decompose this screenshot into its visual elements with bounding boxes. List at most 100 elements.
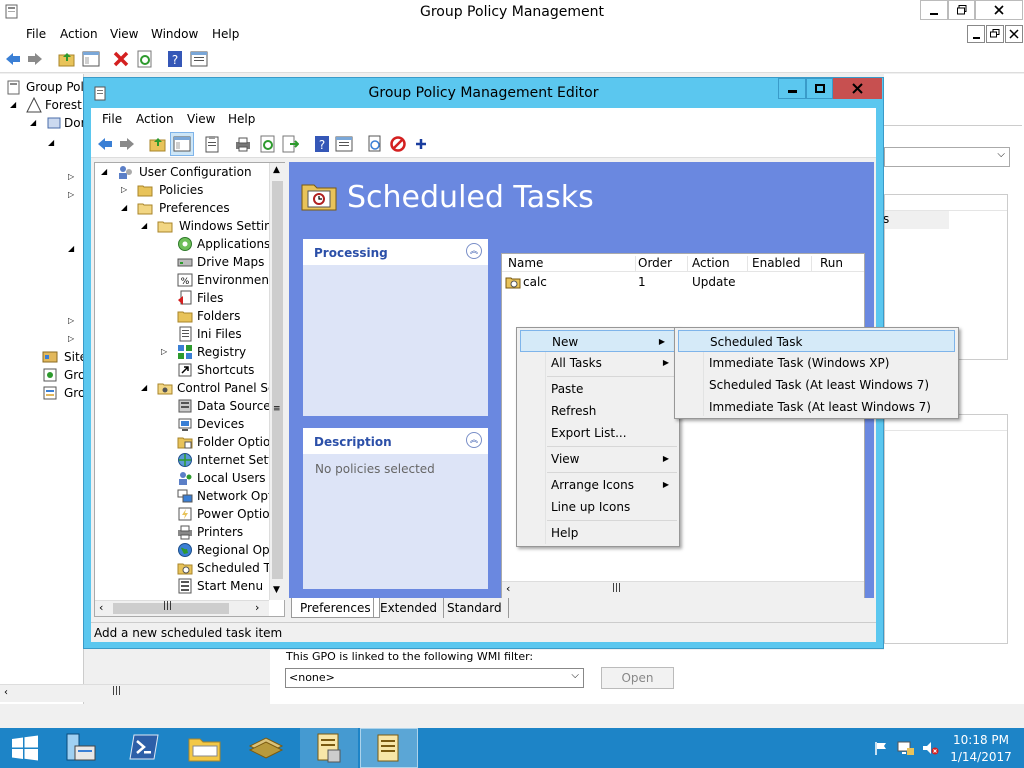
tree-hscrollbar[interactable]: ‹ ||| › bbox=[95, 600, 269, 616]
scroll-left-icon[interactable]: ‹ bbox=[4, 687, 8, 698]
column-header-enabled[interactable]: Enabled bbox=[752, 256, 812, 272]
outer-details-combo[interactable]: ⌵ bbox=[884, 147, 1010, 167]
context-item-export-list[interactable]: Export List... bbox=[517, 422, 679, 444]
open-button[interactable]: Open bbox=[601, 667, 674, 689]
tab-extended[interactable]: Extended bbox=[373, 598, 444, 618]
scroll-up-icon[interactable]: ▲ bbox=[273, 165, 280, 175]
outer-close-button[interactable] bbox=[975, 0, 1023, 20]
properties-icon[interactable] bbox=[335, 135, 353, 153]
outer-restore-button[interactable] bbox=[948, 0, 975, 20]
context-item-view[interactable]: View ▶ bbox=[517, 448, 679, 470]
expand-arrow-icon[interactable]: ◢ bbox=[48, 138, 54, 147]
taskbar-clock[interactable]: 10:18 PM 1/14/2017 bbox=[944, 731, 1018, 767]
help-icon[interactable]: ? bbox=[166, 50, 184, 68]
editor-menu-file[interactable]: File bbox=[102, 108, 122, 130]
mdi-restore-button[interactable] bbox=[986, 25, 1004, 43]
editor-menu-help[interactable]: Help bbox=[228, 108, 255, 130]
scroll-left-icon[interactable]: ‹ bbox=[99, 601, 103, 614]
context-item-new[interactable]: New ▶ bbox=[520, 330, 676, 352]
taskbar-gpm[interactable] bbox=[238, 728, 296, 768]
show-hide-tree-button[interactable] bbox=[170, 132, 194, 156]
collapse-up-icon[interactable]: ︽ bbox=[466, 243, 482, 259]
context-item-refresh[interactable]: Refresh bbox=[517, 400, 679, 422]
volume-muted-icon[interactable] bbox=[921, 740, 939, 756]
wmi-filter-select[interactable]: <none> ⌵ bbox=[285, 668, 584, 688]
new-item-icon[interactable] bbox=[366, 135, 384, 153]
collapse-arrow-icon[interactable]: ▷ bbox=[68, 190, 74, 199]
column-header-action[interactable]: Action bbox=[692, 256, 748, 272]
expand-arrow-icon[interactable]: ◢ bbox=[68, 244, 74, 253]
tree-vscrollbar[interactable]: ▲ ≡ ▼ bbox=[269, 163, 285, 600]
column-header-run[interactable]: Run bbox=[820, 256, 843, 270]
tab-preferences[interactable]: Preferences bbox=[291, 598, 380, 618]
export-list-icon[interactable] bbox=[281, 135, 299, 153]
context-item-all-tasks[interactable]: All Tasks ▶ bbox=[517, 352, 679, 374]
taskbar-file-explorer[interactable] bbox=[176, 728, 234, 768]
refresh-icon[interactable] bbox=[259, 135, 277, 153]
task-list-hscrollbar[interactable]: ‹ ||| bbox=[502, 581, 864, 598]
scroll-right-icon[interactable]: › bbox=[255, 601, 259, 614]
outer-menu-file[interactable]: File bbox=[26, 23, 46, 45]
outer-menu-view[interactable]: View bbox=[110, 23, 138, 45]
editor-menu-action[interactable]: Action bbox=[136, 108, 174, 130]
outer-title-bar[interactable]: Group Policy Management bbox=[0, 0, 1024, 23]
submenu-item-immediate-task-xp[interactable]: Immediate Task (Windows XP) bbox=[675, 352, 958, 374]
show-hide-tree-icon[interactable] bbox=[82, 50, 100, 68]
taskbar-app-notepad[interactable] bbox=[300, 728, 358, 768]
context-item-paste[interactable]: Paste bbox=[517, 378, 679, 400]
editor-title-bar[interactable]: Group Policy Management Editor bbox=[84, 78, 883, 108]
outer-details-list-row[interactable]: s bbox=[883, 211, 949, 229]
tree-hscroll-thumb[interactable]: ||| bbox=[113, 601, 229, 614]
collapse-arrow-icon[interactable]: ▷ bbox=[68, 172, 74, 181]
outer-menu-window[interactable]: Window bbox=[151, 23, 198, 45]
editor-maximize-button[interactable] bbox=[806, 78, 833, 99]
context-item-help[interactable]: Help bbox=[517, 522, 679, 544]
scroll-down-icon[interactable]: ▼ bbox=[273, 585, 280, 595]
description-header[interactable]: Description ︽ bbox=[303, 428, 488, 454]
start-button[interactable] bbox=[0, 728, 58, 768]
network-icon[interactable] bbox=[897, 740, 915, 756]
action-center-flag-icon[interactable] bbox=[873, 740, 889, 756]
editor-minimize-button[interactable] bbox=[778, 78, 806, 99]
editor-close-button[interactable] bbox=[833, 78, 882, 99]
forward-arrow-icon[interactable] bbox=[118, 135, 136, 153]
back-arrow-icon[interactable] bbox=[96, 135, 114, 153]
mdi-close-button[interactable] bbox=[1005, 25, 1023, 43]
tree-vscroll-thumb[interactable]: ≡ bbox=[272, 181, 283, 579]
tab-standard[interactable]: Standard bbox=[441, 598, 509, 618]
print-icon[interactable] bbox=[234, 135, 252, 153]
forward-arrow-icon[interactable] bbox=[26, 50, 44, 68]
submenu-item-scheduled-task[interactable]: Scheduled Task bbox=[678, 330, 955, 352]
submenu-item-scheduled-task-win7[interactable]: Scheduled Task (At least Windows 7) bbox=[675, 374, 958, 396]
collapse-up-icon[interactable]: ︽ bbox=[466, 432, 482, 448]
table-row[interactable]: calc 1 Update bbox=[502, 273, 864, 291]
back-arrow-icon[interactable] bbox=[4, 50, 22, 68]
taskbar-powershell[interactable] bbox=[118, 728, 176, 768]
outer-menu-action[interactable]: Action bbox=[60, 23, 98, 45]
column-header-name[interactable]: Name bbox=[508, 256, 636, 272]
properties-icon[interactable] bbox=[190, 50, 208, 68]
scroll-left-icon[interactable]: ‹ bbox=[506, 582, 510, 595]
submenu-item-immediate-task-win7[interactable]: Immediate Task (At least Windows 7) bbox=[675, 396, 958, 418]
collapse-arrow-icon[interactable]: ▷ bbox=[68, 334, 74, 343]
plus-icon[interactable] bbox=[412, 135, 430, 153]
context-item-line-up-icons[interactable]: Line up Icons bbox=[517, 496, 679, 518]
editor-menu-view[interactable]: View bbox=[187, 108, 215, 130]
clipboard-icon[interactable] bbox=[203, 135, 221, 153]
outer-menu-help[interactable]: Help bbox=[212, 23, 239, 45]
taskbar-app-editor[interactable] bbox=[360, 728, 418, 768]
disable-icon[interactable] bbox=[389, 135, 407, 153]
mdi-minimize-button[interactable] bbox=[967, 25, 985, 43]
outer-tree-hscrollbar[interactable]: ‹ ||| bbox=[0, 684, 270, 702]
help-icon[interactable]: ? bbox=[313, 135, 331, 153]
column-header-order[interactable]: Order bbox=[638, 256, 688, 272]
up-folder-icon[interactable] bbox=[149, 135, 167, 153]
taskbar-server-manager[interactable] bbox=[56, 728, 114, 768]
context-item-arrange-icons[interactable]: Arrange Icons ▶ bbox=[517, 474, 679, 496]
processing-header[interactable]: Processing ︽ bbox=[303, 239, 488, 265]
delete-icon[interactable] bbox=[112, 50, 130, 68]
collapse-arrow-icon[interactable]: ▷ bbox=[68, 316, 74, 325]
up-folder-icon[interactable] bbox=[58, 50, 76, 68]
refresh-icon[interactable] bbox=[136, 50, 154, 68]
outer-minimize-button[interactable] bbox=[920, 0, 948, 20]
